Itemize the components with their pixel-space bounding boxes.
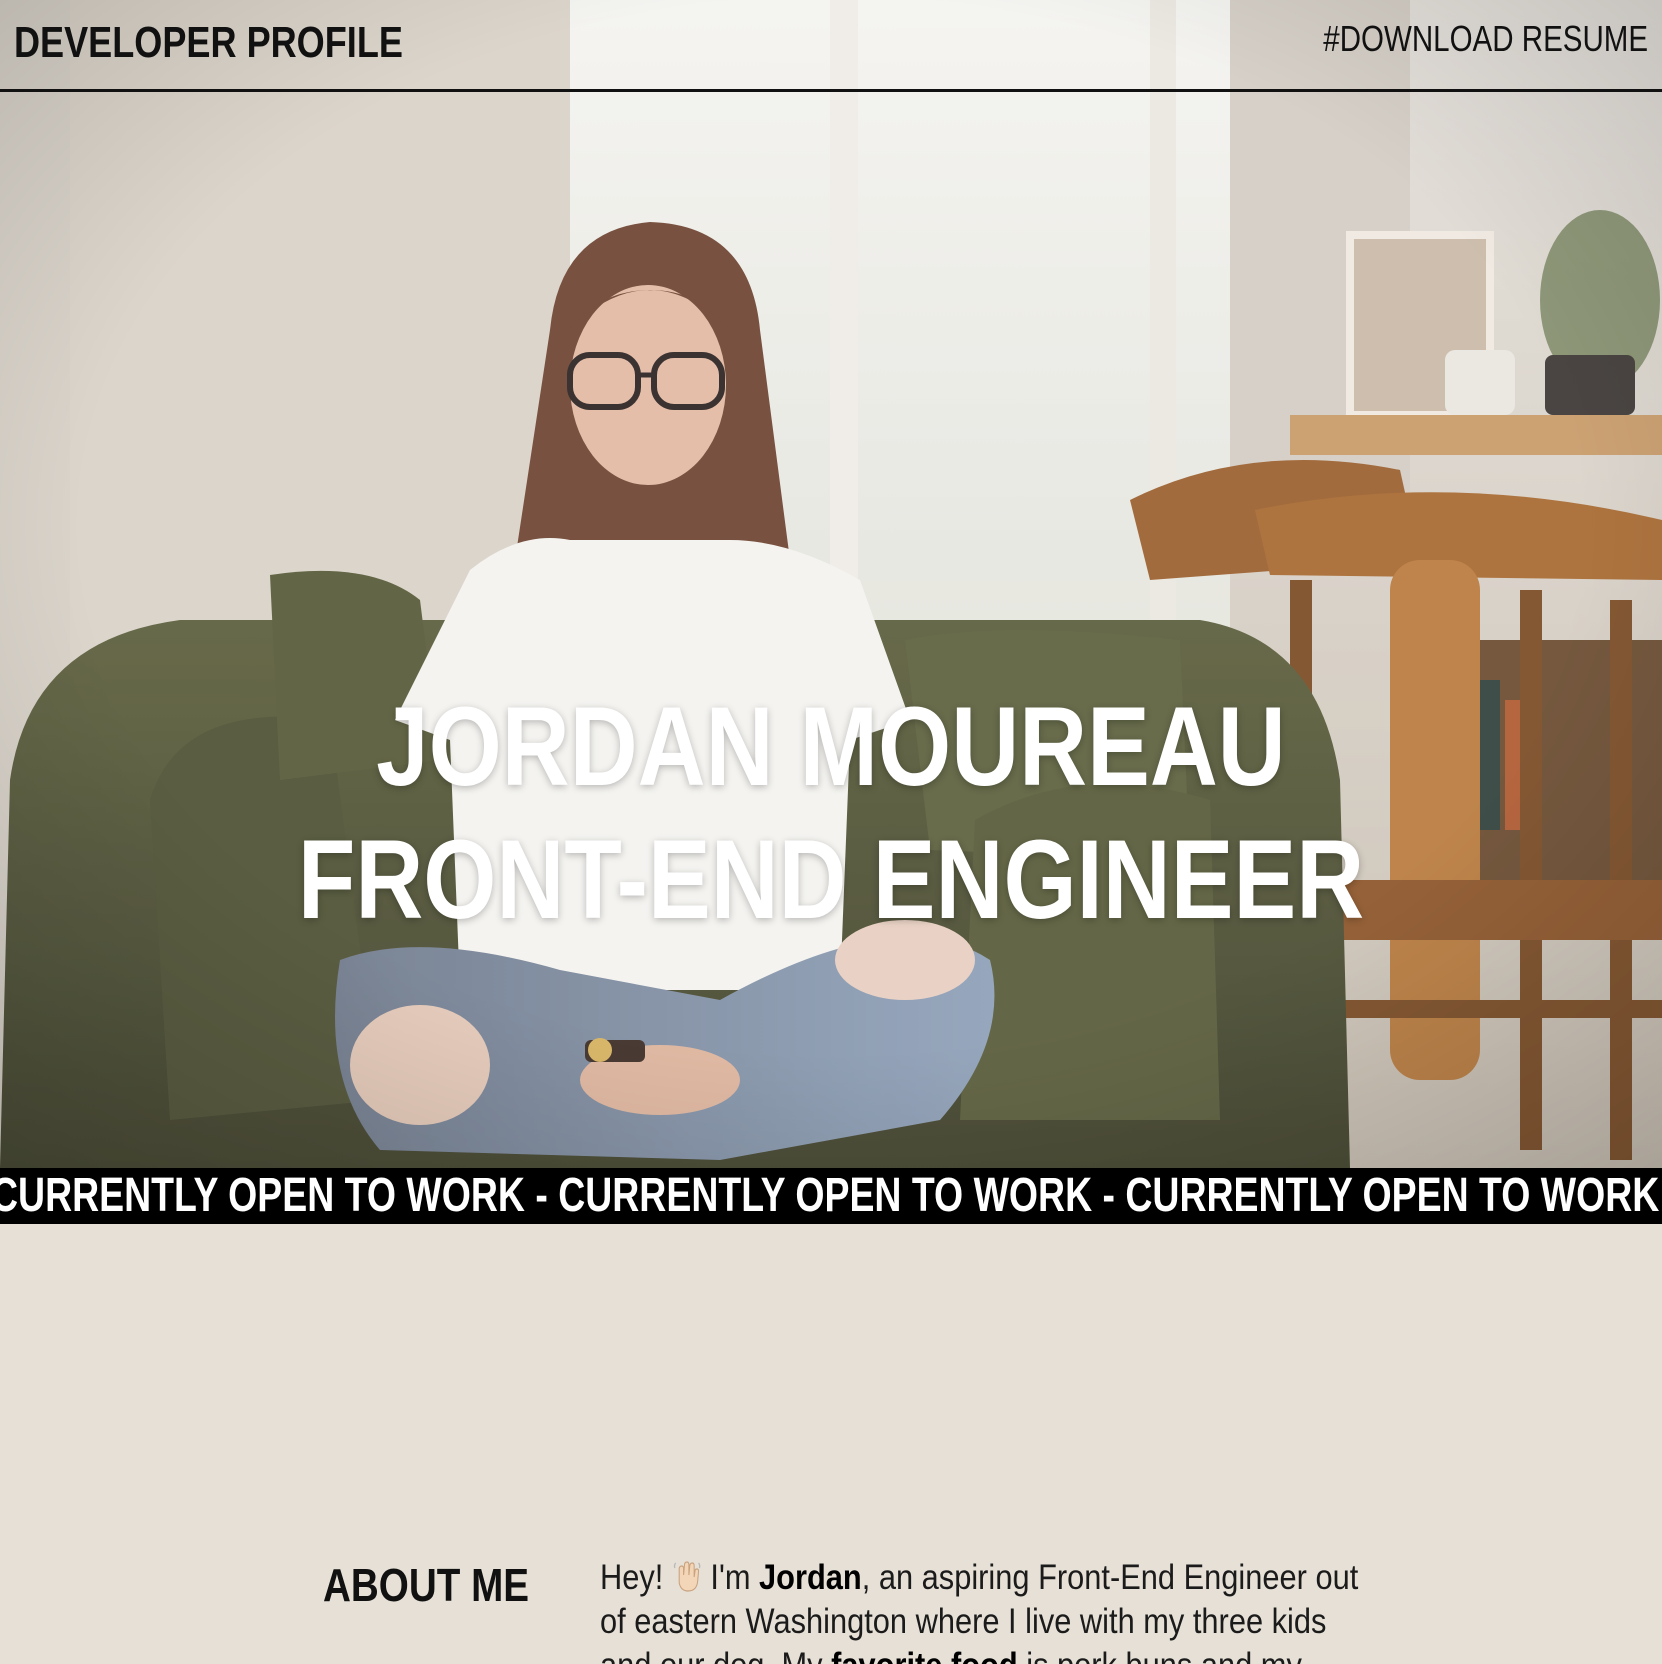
hero-title: JORDAN MOUREAU FRONT-END ENGINEER	[0, 680, 1662, 946]
about-heading: ABOUT ME	[323, 1559, 530, 1611]
open-to-work-ticker: CURRENTLY OPEN TO WORK - CURRENTLY OPEN …	[0, 1168, 1662, 1224]
site-brand: DEVELOPER PROFILE	[14, 18, 403, 67]
top-navigation-bar: DEVELOPER PROFILE #DOWNLOAD RESUME	[0, 0, 1662, 92]
download-resume-link[interactable]: #DOWNLOAD RESUME	[1323, 18, 1648, 60]
ticker-text: CURRENTLY OPEN TO WORK - CURRENTLY OPEN …	[0, 1169, 1660, 1222]
about-intro-prefix: I'm	[710, 1558, 751, 1597]
about-section: ABOUT ME Hey! I'm Jordan, an aspiring Fr…	[0, 1224, 1662, 1664]
about-paragraph: Hey! I'm Jordan, an aspiring Front-End E…	[600, 1556, 1374, 1664]
about-name: Jordan	[759, 1558, 862, 1597]
about-food-label: favorite food	[831, 1646, 1018, 1664]
hero-photo	[0, 0, 1662, 1168]
hero-name: JORDAN MOUREAU	[376, 684, 1286, 809]
page: DEVELOPER PROFILE #DOWNLOAD RESUME JORDA…	[0, 0, 1662, 1664]
hero-role: FRONT-END ENGINEER	[297, 817, 1365, 942]
hero-section: DEVELOPER PROFILE #DOWNLOAD RESUME JORDA…	[0, 0, 1662, 1168]
waving-hand-icon	[673, 1561, 701, 1592]
about-food-rest: is pork buns and my	[1026, 1646, 1302, 1664]
about-greeting: Hey!	[600, 1558, 664, 1597]
